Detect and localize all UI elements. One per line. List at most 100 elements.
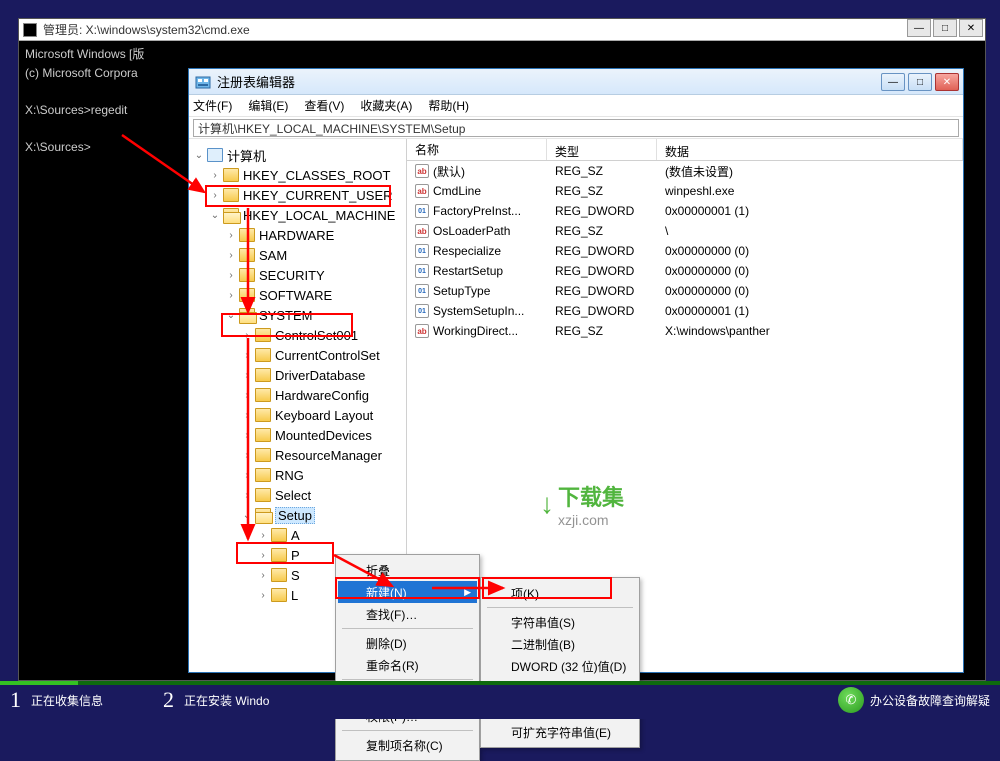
menu-item[interactable]: 字符串值(S) bbox=[483, 611, 637, 633]
expander-icon[interactable]: ⌄ bbox=[193, 149, 205, 161]
expander-icon[interactable]: › bbox=[241, 469, 253, 481]
value-row[interactable]: Respecialize REG_DWORD 0x00000000 (0) bbox=[407, 241, 963, 261]
value-name: (默认) bbox=[433, 163, 465, 180]
expander-icon[interactable]: › bbox=[257, 589, 269, 601]
col-data[interactable]: 数据 bbox=[657, 139, 963, 160]
folder-icon bbox=[271, 548, 287, 562]
regedit-titlebar[interactable]: 注册表编辑器 — □ ✕ bbox=[189, 69, 963, 95]
menu-item[interactable]: 项(K) bbox=[483, 582, 637, 604]
folder-icon bbox=[239, 268, 255, 282]
folder-icon bbox=[255, 408, 271, 422]
expander-icon[interactable]: › bbox=[241, 449, 253, 461]
menu-item[interactable]: DWORD (32 位)值(D) bbox=[483, 655, 637, 677]
menu-item[interactable]: 查找(F)… bbox=[338, 603, 477, 625]
expander-icon[interactable]: › bbox=[209, 189, 221, 201]
folder-icon bbox=[223, 188, 239, 202]
tree-node-hklm[interactable]: HKEY_LOCAL_MACHINE bbox=[243, 208, 395, 223]
regedit-min-button[interactable]: — bbox=[881, 73, 905, 91]
expander-icon[interactable]: › bbox=[241, 329, 253, 341]
value-row[interactable]: RestartSetup REG_DWORD 0x00000000 (0) bbox=[407, 261, 963, 281]
tree-node[interactable]: SYSTEM bbox=[259, 308, 312, 323]
tree-node[interactable]: SAM bbox=[259, 248, 287, 263]
regedit-max-button[interactable]: □ bbox=[908, 73, 932, 91]
menu-item[interactable]: 折叠 bbox=[338, 559, 477, 581]
menu-item[interactable]: 重命名(R) bbox=[338, 654, 477, 676]
expander-icon[interactable]: ⌄ bbox=[241, 509, 253, 521]
menu-help[interactable]: 帮助(H) bbox=[428, 97, 469, 114]
col-name[interactable]: 名称 bbox=[407, 139, 547, 160]
cmd-min-button[interactable]: — bbox=[907, 19, 931, 37]
tree-node[interactable]: HKEY_CURRENT_USER bbox=[243, 188, 393, 203]
regedit-close-button[interactable]: ✕ bbox=[935, 73, 959, 91]
menu-view[interactable]: 查看(V) bbox=[304, 97, 344, 114]
tree-node[interactable]: Keyboard Layout bbox=[275, 408, 373, 423]
tree-node[interactable]: SOFTWARE bbox=[259, 288, 332, 303]
step-number-2: 2 bbox=[163, 687, 174, 713]
tree-node[interactable]: L bbox=[291, 588, 298, 603]
tree-node[interactable]: RNG bbox=[275, 468, 304, 483]
menu-item[interactable]: 可扩充字符串值(E) bbox=[483, 721, 637, 743]
menu-file[interactable]: 文件(F) bbox=[193, 97, 232, 114]
menu-item[interactable]: 新建(N) bbox=[338, 581, 477, 603]
tree-node[interactable]: CurrentControlSet bbox=[275, 348, 380, 363]
tree-node[interactable]: S bbox=[291, 568, 300, 583]
cmd-title-text: 管理员: X:\windows\system32\cmd.exe bbox=[43, 21, 250, 38]
expander-icon[interactable]: › bbox=[225, 269, 237, 281]
expander-icon[interactable]: › bbox=[241, 349, 253, 361]
expander-icon[interactable]: › bbox=[257, 529, 269, 541]
value-row[interactable]: WorkingDirect... REG_SZ X:\windows\panth… bbox=[407, 321, 963, 341]
tree-node[interactable]: A bbox=[291, 528, 300, 543]
tree-node-setup[interactable]: Setup bbox=[275, 507, 315, 524]
expander-icon[interactable]: › bbox=[225, 289, 237, 301]
expander-icon[interactable]: › bbox=[225, 249, 237, 261]
menu-item[interactable]: 复制项名称(C) bbox=[338, 734, 477, 756]
cmd-titlebar[interactable]: 管理员: X:\windows\system32\cmd.exe — □ ✕ bbox=[19, 19, 985, 41]
regedit-address-input[interactable] bbox=[193, 119, 959, 137]
tree-node[interactable]: ResourceManager bbox=[275, 448, 382, 463]
expander-icon[interactable]: › bbox=[241, 489, 253, 501]
value-row[interactable]: FactoryPreInst... REG_DWORD 0x00000001 (… bbox=[407, 201, 963, 221]
folder-icon bbox=[271, 568, 287, 582]
col-type[interactable]: 类型 bbox=[547, 139, 657, 160]
expander-icon[interactable]: › bbox=[225, 229, 237, 241]
tree-node[interactable]: HKEY_CLASSES_ROOT bbox=[243, 168, 390, 183]
tree-node[interactable]: ControlSet001 bbox=[275, 328, 358, 343]
tree-node[interactable]: DriverDatabase bbox=[275, 368, 365, 383]
expander-icon[interactable]: › bbox=[209, 169, 221, 181]
tree-node[interactable]: HARDWARE bbox=[259, 228, 334, 243]
tree-node[interactable]: HardwareConfig bbox=[275, 388, 369, 403]
tree-node[interactable]: MountedDevices bbox=[275, 428, 372, 443]
expander-icon[interactable]: ⌄ bbox=[209, 209, 221, 221]
value-type: REG_SZ bbox=[547, 324, 657, 338]
expander-icon[interactable]: › bbox=[257, 549, 269, 561]
cmd-close-button[interactable]: ✕ bbox=[959, 19, 983, 37]
expander-icon[interactable]: › bbox=[241, 389, 253, 401]
cmd-icon bbox=[23, 23, 37, 37]
menu-edit[interactable]: 编辑(E) bbox=[248, 97, 288, 114]
expander-icon[interactable]: › bbox=[241, 429, 253, 441]
expander-icon[interactable]: › bbox=[257, 569, 269, 581]
download-arrow-icon: ↓ bbox=[540, 488, 554, 520]
value-row[interactable]: (默认) REG_SZ (数值未设置) bbox=[407, 161, 963, 181]
tree-node[interactable]: Select bbox=[275, 488, 311, 503]
tree-node[interactable]: P bbox=[291, 548, 300, 563]
tree-node[interactable]: SECURITY bbox=[259, 268, 325, 283]
expander-icon[interactable]: › bbox=[241, 369, 253, 381]
menu-fav[interactable]: 收藏夹(A) bbox=[360, 97, 412, 114]
menu-item[interactable]: 删除(D) bbox=[338, 632, 477, 654]
expander-icon[interactable]: › bbox=[241, 409, 253, 421]
folder-icon bbox=[223, 208, 239, 222]
value-row[interactable]: OsLoaderPath REG_SZ \ bbox=[407, 221, 963, 241]
cmd-max-button[interactable]: □ bbox=[933, 19, 957, 37]
value-name: RestartSetup bbox=[433, 264, 503, 278]
expander-icon[interactable]: ⌄ bbox=[225, 309, 237, 321]
value-data: 0x00000001 (1) bbox=[657, 304, 963, 318]
value-data: winpeshl.exe bbox=[657, 184, 963, 198]
value-row[interactable]: CmdLine REG_SZ winpeshl.exe bbox=[407, 181, 963, 201]
value-data: X:\windows\panther bbox=[657, 324, 963, 338]
menu-item[interactable]: 二进制值(B) bbox=[483, 633, 637, 655]
tree-root[interactable]: 计算机 bbox=[227, 146, 266, 165]
value-row[interactable]: SystemSetupIn... REG_DWORD 0x00000001 (1… bbox=[407, 301, 963, 321]
value-row[interactable]: SetupType REG_DWORD 0x00000000 (0) bbox=[407, 281, 963, 301]
string-value-icon bbox=[415, 324, 429, 338]
